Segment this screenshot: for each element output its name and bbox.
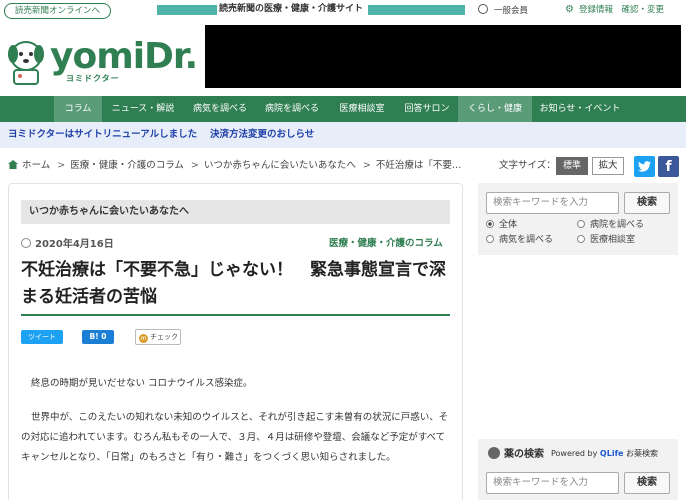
- radio-label: 全体: [499, 220, 518, 230]
- gear-icon: ⚙: [565, 4, 574, 15]
- top-bar: 読売新聞オンラインへ 読売新聞の医療・健康・介護サイト 一般会員 ⚙ 登録情報 確…: [0, 0, 686, 20]
- nav-consultation[interactable]: 医療相談室: [328, 96, 396, 122]
- hatena-bookmark-button[interactable]: B! 0: [82, 330, 114, 344]
- nav-disease[interactable]: 病気を調べる: [184, 96, 256, 122]
- pill-icon: [488, 447, 500, 459]
- drug-search-button[interactable]: 検索: [624, 472, 670, 494]
- powered-suffix: お薬検索: [623, 449, 659, 458]
- article-paragraph: 終息の時期が見いだせない コロナウイルス感染症。: [31, 378, 253, 389]
- nav-column[interactable]: コラム: [54, 96, 102, 122]
- yomiuri-online-link[interactable]: 読売新聞オンラインへ: [4, 3, 112, 19]
- radio-label: 医療相談室: [590, 235, 636, 245]
- twitter-icon[interactable]: [634, 156, 655, 177]
- nav-news-events[interactable]: お知らせ・イベント: [532, 96, 628, 122]
- mixi-icon: m: [139, 334, 148, 343]
- radio-icon: [577, 220, 585, 228]
- article-card: いつか赤ちゃんに会いたいあなたへ 2020年4月16日 医療・健康・介護のコラム…: [8, 183, 463, 500]
- facebook-icon[interactable]: f: [658, 156, 679, 177]
- radio-label: 病気を調べる: [499, 235, 554, 245]
- logo-subtitle: ヨミドクター: [66, 74, 120, 83]
- ad-banner[interactable]: [205, 25, 681, 88]
- search-scope-disease[interactable]: 病気を調べる: [486, 234, 553, 246]
- mixi-label: チェック: [150, 333, 178, 341]
- breadcrumb-home[interactable]: ホーム: [22, 160, 50, 171]
- publish-date: 2020年4月16日: [21, 238, 114, 251]
- radio-icon: [577, 235, 585, 243]
- nav-life[interactable]: くらし・健康: [458, 96, 532, 122]
- publish-date-text: 2020年4月16日: [35, 239, 114, 250]
- search-scope-hospital[interactable]: 病院を調べる: [577, 219, 644, 231]
- logo-wordmark: yomiDr.: [50, 36, 198, 77]
- series-title[interactable]: いつか赤ちゃんに会いたいあなたへ: [21, 200, 450, 224]
- account-settings-link[interactable]: ⚙ 登録情報 確認・変更: [565, 4, 664, 16]
- breadcrumb-current: 不妊治療は「不要…: [375, 160, 462, 171]
- payment-notice-link[interactable]: 決済方法変更のおしらせ: [210, 122, 314, 148]
- site-search-input[interactable]: 検索キーワードを入力: [486, 192, 619, 214]
- header-ad-placeholder-right: [368, 5, 465, 15]
- nav-hospital[interactable]: 病院を調べる: [256, 96, 328, 122]
- radio-icon: [486, 235, 494, 243]
- tweet-button[interactable]: ツイート: [21, 330, 63, 344]
- breadcrumb-item[interactable]: いつか赤ちゃんに会いたいあなたへ: [204, 160, 356, 171]
- breadcrumb: ホーム > 医療・健康・介護のコラム > いつか赤ちゃんに会いたいあなたへ > 不妊治療は「…: [8, 160, 461, 172]
- powered-prefix: Powered by: [551, 449, 600, 458]
- article-title: 不妊治療は「不要不急」じゃない！ 緊急事態宣言で深まる妊活者の苦悩: [21, 260, 446, 307]
- home-icon: [8, 160, 18, 169]
- drug-search-powered-by[interactable]: Powered by QLife お薬検索: [551, 448, 658, 460]
- member-label: 一般会員: [494, 6, 529, 16]
- category-link[interactable]: 医療・健康・介護のコラム: [329, 238, 443, 250]
- nav-salon[interactable]: 回答サロン: [396, 96, 458, 122]
- tweet-label: ツイート: [28, 333, 56, 341]
- breadcrumb-item[interactable]: 医療・健康・介護のコラム: [70, 160, 184, 171]
- drug-search-title-text: 薬の検索: [504, 449, 544, 460]
- doctor-dog-icon: [8, 41, 44, 85]
- user-icon: [478, 4, 488, 14]
- clock-icon: [21, 238, 31, 248]
- drug-search-title: 薬の検索: [488, 447, 544, 461]
- nav-news[interactable]: ニュース・解説: [102, 96, 184, 122]
- site-search-button[interactable]: 検索: [624, 192, 670, 214]
- qlife-brand: QLife: [599, 449, 624, 458]
- global-nav: コラム ニュース・解説 病気を調べる 病院を調べる 医療相談室 回答サロン くら…: [0, 96, 686, 122]
- radio-label: 病院を調べる: [590, 220, 645, 230]
- search-scope-all[interactable]: 全体: [486, 219, 517, 231]
- font-size-large-button[interactable]: 拡大: [592, 157, 624, 175]
- member-link[interactable]: 一般会員: [478, 4, 528, 17]
- header-ad-placeholder-left: [157, 5, 217, 15]
- site-logo[interactable]: yomiDr. ヨミドクター: [6, 36, 198, 88]
- site-tagline: 読売新聞の医療・健康・介護サイト: [219, 4, 364, 14]
- article-paragraph: 世界中が、このえたいの知れない未知のウイルスと、それが引き起こす未曽有の状況に戸…: [21, 412, 449, 463]
- radio-selected-icon: [486, 220, 494, 228]
- account-settings-label: 登録情報 確認・変更: [578, 5, 664, 15]
- font-size-label: 文字サイズ：: [499, 160, 556, 171]
- search-scope-consultation[interactable]: 医療相談室: [577, 234, 635, 246]
- drug-search-input[interactable]: 検索キーワードを入力: [486, 472, 619, 494]
- renewal-notice-link[interactable]: ヨミドクターはサイトリニューアルしました: [8, 122, 197, 148]
- notice-bar: ヨミドクターはサイトリニューアルしました 決済方法変更のおしらせ: [0, 122, 686, 148]
- title-divider: [21, 314, 450, 316]
- font-size-standard-button[interactable]: 標準: [556, 157, 588, 175]
- mixi-check-button[interactable]: m チェック: [135, 329, 181, 345]
